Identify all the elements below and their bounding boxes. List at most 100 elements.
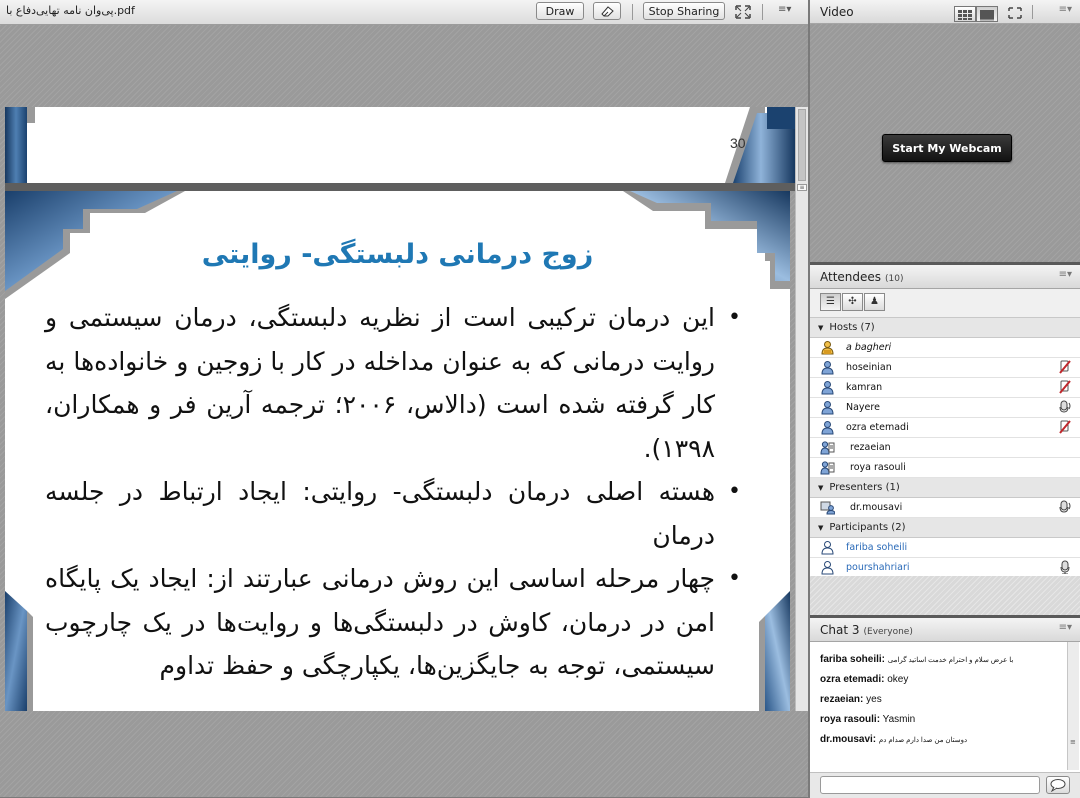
host-user-icon bbox=[821, 401, 834, 415]
send-message-button[interactable] bbox=[1046, 776, 1070, 794]
group-header-presenters[interactable]: ▼ Presenters (1) bbox=[810, 478, 1080, 498]
share-titlebar: پی‌وان نامه تهایی‌دفاع با.pdf Draw Stop … bbox=[0, 0, 808, 25]
chat-title: Chat 3 bbox=[820, 623, 860, 637]
attendee-row[interactable]: Nayere bbox=[810, 398, 1080, 418]
scrollbar-grip-icon[interactable]: ≡ bbox=[1070, 738, 1076, 746]
slide-bullet: هسته اصلی درمان دلبستگی- روایتی: ایجاد ا… bbox=[45, 470, 745, 557]
attendee-name: Nayere bbox=[846, 402, 880, 413]
chat-input[interactable] bbox=[820, 776, 1040, 794]
toolbar-separator bbox=[762, 4, 763, 20]
attendee-name: a bagheri bbox=[846, 342, 892, 353]
list-view-icon[interactable]: ☰ bbox=[820, 293, 841, 311]
slide-header-strip: 30 bbox=[5, 107, 795, 183]
mic-active-icon bbox=[1059, 500, 1071, 513]
attendee-name: rezaeian bbox=[850, 442, 891, 453]
collapse-triangle-icon[interactable]: ▼ bbox=[818, 524, 823, 532]
chat-scope: (Everyone) bbox=[863, 627, 913, 637]
slide-frame-top-decoration bbox=[5, 107, 795, 183]
slide-scrollbar[interactable]: ≡ bbox=[795, 107, 808, 711]
grid-view-icon[interactable] bbox=[954, 6, 976, 22]
attendees-pod: Attendees (10) ≡▾ ☰ ✣ ♟ ▼ Hosts (7) a bagh… bbox=[810, 265, 1080, 615]
attendee-name: kamran bbox=[846, 382, 883, 393]
attendee-row[interactable]: dr.mousavi bbox=[810, 498, 1080, 518]
slide-bullet: چهار مرحله اساسی این روش درمانی عبارتند … bbox=[45, 557, 745, 688]
chat-message-list: fariba soheili: با عرض سلام و احترام خدم… bbox=[815, 644, 1067, 768]
scrollbar-grip-icon[interactable]: ≡ bbox=[797, 184, 807, 191]
video-pod: Video ≡▾ Start My Webcam bbox=[810, 0, 1080, 262]
attendee-row[interactable]: roya rasouli bbox=[810, 458, 1080, 478]
attendees-pod-menu-icon[interactable]: ≡▾ bbox=[1059, 269, 1072, 280]
attendee-row[interactable]: a bagheri bbox=[810, 338, 1080, 358]
chat-input-bar bbox=[810, 772, 1080, 798]
draw-button[interactable]: Draw bbox=[536, 2, 584, 20]
toolbar-separator bbox=[632, 4, 633, 20]
start-webcam-button[interactable]: Start My Webcam bbox=[882, 134, 1012, 162]
pod-menu-icon[interactable]: ≡▾ bbox=[778, 4, 791, 15]
scrollbar-thumb[interactable] bbox=[798, 109, 806, 181]
video-fullscreen-icon[interactable] bbox=[1006, 5, 1024, 21]
chat-text: okey bbox=[887, 674, 909, 685]
attendee-name: hoseinian bbox=[846, 362, 892, 373]
chat-pod-menu-icon[interactable]: ≡▾ bbox=[1059, 622, 1072, 633]
group-label: Hosts (7) bbox=[829, 322, 875, 333]
group-header-participants[interactable]: ▼ Participants (2) bbox=[810, 518, 1080, 538]
chat-sender: rezaeian: bbox=[820, 694, 864, 705]
share-pod: پی‌وان نامه تهایی‌دفاع با.pdf Draw Stop … bbox=[0, 0, 808, 797]
chat-message: roya rasouli: Yasmin bbox=[820, 714, 915, 725]
fullscreen-icon[interactable] bbox=[733, 3, 753, 21]
host-user-icon bbox=[821, 381, 834, 395]
header-separator bbox=[1032, 5, 1033, 19]
status-view-icon[interactable]: ♟ bbox=[864, 293, 885, 311]
eraser-icon bbox=[601, 6, 614, 17]
host-user-icon bbox=[821, 421, 834, 435]
slide-title: زوج درمانی دلبستگی- روایتی bbox=[201, 239, 594, 270]
attendee-row[interactable]: ozra etemadi bbox=[810, 418, 1080, 438]
group-header-hosts[interactable]: ▼ Hosts (7) bbox=[810, 318, 1080, 338]
collapse-triangle-icon[interactable]: ▼ bbox=[818, 324, 823, 332]
slide-bullet-list: این درمان ترکیبی است از نظریه دلبستگی، د… bbox=[45, 296, 745, 688]
video-area: Start My Webcam bbox=[810, 24, 1080, 262]
attendee-name: ozra etemadi bbox=[846, 422, 909, 433]
chat-text: yes bbox=[866, 694, 882, 705]
video-pod-menu-icon[interactable]: ≡▾ bbox=[1059, 4, 1072, 15]
chat-message: ozra etemadi: okey bbox=[820, 674, 908, 685]
video-pod-title: Video bbox=[820, 5, 854, 19]
attendees-pod-header: Attendees (10) ≡▾ bbox=[810, 265, 1080, 289]
attendee-row[interactable]: pourshahriari bbox=[810, 558, 1080, 576]
attendee-toolbar: ☰ ✣ ♟ bbox=[810, 289, 1080, 318]
attendee-row[interactable]: kamran bbox=[810, 378, 1080, 398]
chat-text: با عرض سلام و احترام خدمت اساتید گرامی bbox=[887, 657, 1014, 664]
collapse-triangle-icon[interactable]: ▼ bbox=[818, 484, 823, 492]
chat-sender: roya rasouli: bbox=[820, 714, 881, 725]
right-panel: Video ≡▾ Start My Webcam Attendees (10) ≡… bbox=[810, 0, 1080, 798]
page-divider bbox=[5, 183, 795, 191]
participant-icon bbox=[821, 541, 834, 555]
video-pod-header: Video ≡▾ bbox=[810, 0, 1080, 24]
chat-pod-header: Chat 3 (Everyone) ≡▾ bbox=[810, 618, 1080, 642]
attendee-name: dr.mousavi bbox=[850, 502, 903, 513]
mic-muted-icon bbox=[1059, 420, 1071, 434]
group-label: Participants (2) bbox=[829, 522, 906, 533]
chat-sender: ozra etemadi: bbox=[820, 674, 885, 685]
host-presenting-icon bbox=[820, 461, 835, 475]
slide-page-number: 30 bbox=[730, 135, 746, 151]
attendee-row[interactable]: fariba soheili bbox=[810, 538, 1080, 558]
pointer-tool-button[interactable] bbox=[593, 2, 621, 20]
chat-message: fariba soheili: با عرض سلام و احترام خدم… bbox=[820, 654, 1013, 665]
stop-sharing-button[interactable]: Stop Sharing bbox=[643, 2, 725, 20]
host-user-icon bbox=[821, 341, 834, 355]
chat-sender: dr.mousavi: bbox=[820, 734, 877, 745]
attendee-row[interactable]: rezaeian bbox=[810, 438, 1080, 458]
chat-pod-title: Chat 3 (Everyone) bbox=[820, 623, 913, 637]
chat-text: Yasmin bbox=[882, 714, 916, 725]
chat-text: دوستان من صدا دارم صدام دم bbox=[878, 737, 968, 744]
chat-scrollbar[interactable]: ≡ bbox=[1067, 642, 1079, 770]
breakout-view-icon[interactable]: ✣ bbox=[842, 293, 863, 311]
chat-pod: Chat 3 (Everyone) ≡▾ fariba soheili: با ع… bbox=[810, 618, 1080, 798]
attendee-row[interactable]: hoseinian bbox=[810, 358, 1080, 378]
presenter-icon bbox=[820, 501, 835, 515]
single-view-icon[interactable] bbox=[976, 6, 998, 22]
mic-muted-icon bbox=[1059, 380, 1071, 394]
document-title: پی‌وان نامه تهایی‌دفاع با.pdf bbox=[6, 4, 135, 17]
attendee-list: ▼ Hosts (7) a bagheri hoseinian kamran Na… bbox=[810, 318, 1080, 576]
